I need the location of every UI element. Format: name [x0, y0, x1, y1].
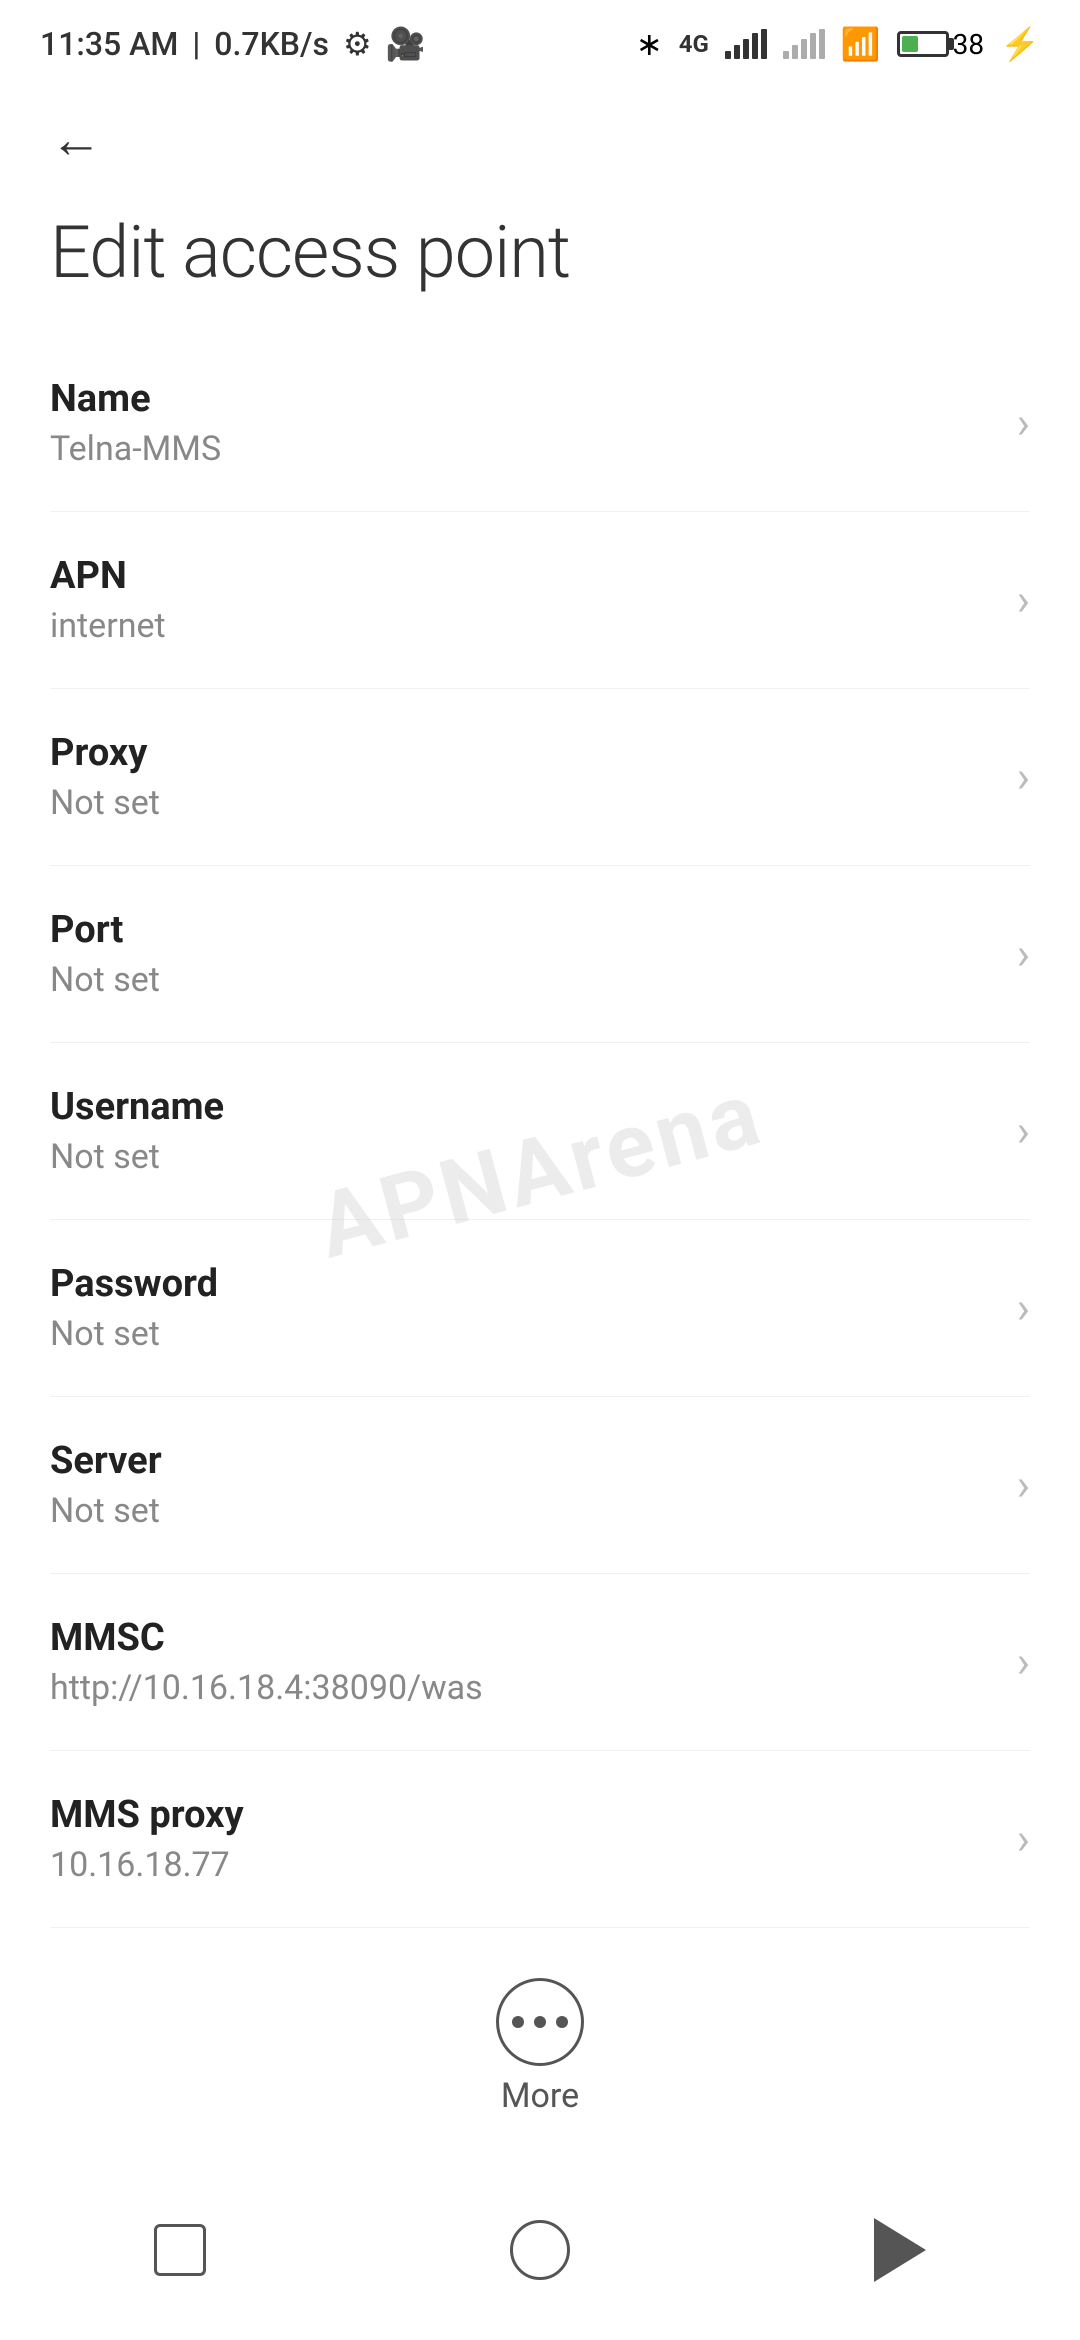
settings-item-proxy-content: Proxy Not set [50, 731, 997, 823]
charging-icon: ⚡ [1000, 25, 1040, 63]
more-button[interactable] [496, 1978, 584, 2066]
back-icon [874, 2218, 926, 2282]
settings-item-apn[interactable]: APN internet › [50, 512, 1030, 689]
chevron-icon-mms-proxy: › [1017, 1813, 1030, 1865]
settings-label-proxy: Proxy [50, 731, 997, 775]
speed-display: | [192, 25, 200, 63]
settings-label-mms-proxy: MMS proxy [50, 1793, 997, 1837]
settings-item-mmsc[interactable]: MMSC http://10.16.18.4:38090/was › [50, 1574, 1030, 1751]
chevron-icon-username: › [1017, 1105, 1030, 1157]
dot-2 [534, 2016, 546, 2028]
settings-item-server[interactable]: Server Not set › [50, 1397, 1030, 1574]
settings-label-mmsc: MMSC [50, 1616, 997, 1660]
back-arrow-icon: ← [50, 109, 102, 170]
settings-value-mmsc: http://10.16.18.4:38090/was [50, 1668, 997, 1708]
dot-1 [512, 2016, 524, 2028]
settings-value-name: Telna-MMS [50, 429, 997, 469]
nav-home-button[interactable] [500, 2210, 580, 2290]
battery-level: 38 [953, 28, 984, 61]
settings-label-username: Username [50, 1085, 997, 1129]
settings-item-apn-content: APN internet [50, 554, 997, 646]
settings-item-mms-proxy[interactable]: MMS proxy 10.16.18.77 › [50, 1751, 1030, 1928]
signal-bars-1 [725, 29, 767, 59]
settings-value-server: Not set [50, 1491, 997, 1531]
settings-label-name: Name [50, 377, 997, 421]
bluetooth-icon: ∗ [636, 25, 663, 63]
settings-label-password: Password [50, 1262, 997, 1306]
chevron-icon-apn: › [1017, 574, 1030, 626]
settings-value-mms-proxy: 10.16.18.77 [50, 1845, 997, 1885]
settings-label-port: Port [50, 908, 997, 952]
settings-item-username-content: Username Not set [50, 1085, 997, 1177]
settings-item-proxy[interactable]: Proxy Not set › [50, 689, 1030, 866]
settings-item-password-content: Password Not set [50, 1262, 997, 1354]
battery-icon [897, 31, 949, 57]
signal-bars-2 [783, 29, 825, 59]
network-type-icon: 4G [679, 30, 709, 58]
camera-icon: 🎥 [386, 25, 426, 63]
settings-value-apn: internet [50, 606, 997, 646]
settings-item-port[interactable]: Port Not set › [50, 866, 1030, 1043]
settings-item-server-content: Server Not set [50, 1439, 997, 1531]
chevron-icon-mmsc: › [1017, 1636, 1030, 1688]
time-display: 11:35 AM [40, 25, 178, 63]
recents-icon [154, 2224, 206, 2276]
settings-item-mms-proxy-content: MMS proxy 10.16.18.77 [50, 1793, 997, 1885]
back-button[interactable]: ← [40, 104, 112, 176]
top-nav: ← [0, 80, 1080, 190]
settings-value-username: Not set [50, 1137, 997, 1177]
network-speed: 0.7KB/s [214, 25, 329, 63]
settings-icon: ⚙ [343, 25, 372, 63]
settings-list: Name Telna-MMS › APN internet › Proxy No… [0, 335, 1080, 1928]
status-bar: 11:35 AM | 0.7KB/s ⚙ 🎥 ∗ 4G 📶 38 [0, 0, 1080, 80]
settings-item-name[interactable]: Name Telna-MMS › [50, 335, 1030, 512]
page-title-section: Edit access point [0, 190, 1080, 335]
settings-label-apn: APN [50, 554, 997, 598]
page-title: Edit access point [50, 210, 1030, 295]
nav-bar [0, 2180, 1080, 2340]
settings-value-port: Not set [50, 960, 997, 1000]
more-label: More [501, 2076, 579, 2116]
chevron-icon-server: › [1017, 1459, 1030, 1511]
nav-back-button[interactable] [860, 2210, 940, 2290]
settings-item-username[interactable]: Username Not set › [50, 1043, 1030, 1220]
settings-label-server: Server [50, 1439, 997, 1483]
chevron-icon-proxy: › [1017, 751, 1030, 803]
status-right: ∗ 4G 📶 38 ⚡ [636, 25, 1040, 63]
settings-item-name-content: Name Telna-MMS [50, 377, 997, 469]
settings-item-port-content: Port Not set [50, 908, 997, 1000]
home-icon [510, 2220, 570, 2280]
wifi-icon: 📶 [841, 25, 881, 63]
battery-fill [902, 36, 918, 52]
chevron-icon-port: › [1017, 928, 1030, 980]
nav-recents-button[interactable] [140, 2210, 220, 2290]
status-left: 11:35 AM | 0.7KB/s ⚙ 🎥 [40, 25, 425, 63]
more-section: More [0, 1928, 1080, 2156]
more-dots-icon [512, 2016, 568, 2028]
settings-value-password: Not set [50, 1314, 997, 1354]
settings-item-mmsc-content: MMSC http://10.16.18.4:38090/was [50, 1616, 997, 1708]
settings-item-password[interactable]: Password Not set › [50, 1220, 1030, 1397]
settings-value-proxy: Not set [50, 783, 997, 823]
dot-3 [556, 2016, 568, 2028]
chevron-icon-name: › [1017, 397, 1030, 449]
chevron-icon-password: › [1017, 1282, 1030, 1334]
battery-container: 38 [897, 28, 984, 61]
